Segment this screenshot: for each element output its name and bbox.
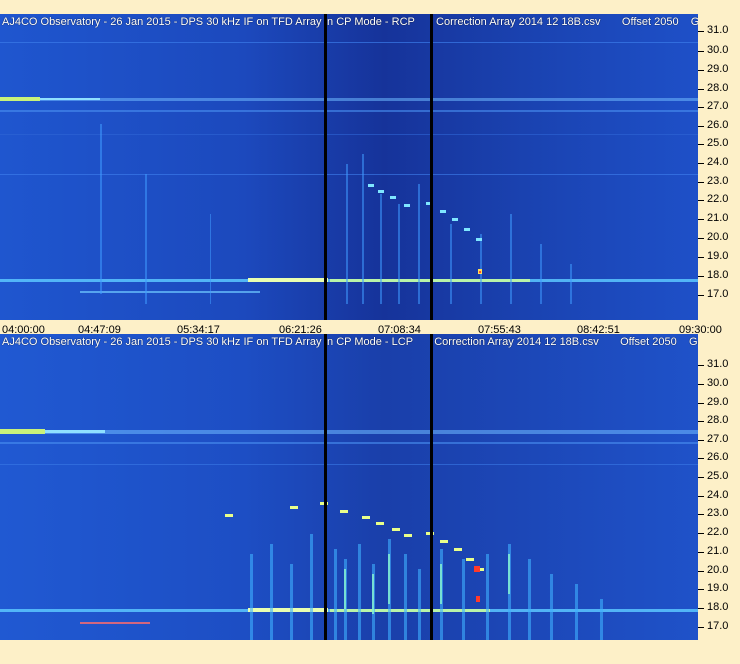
freq-label: 20.0 (707, 231, 729, 243)
freq-label: 24.0 (707, 156, 729, 168)
freq-label: 20.0 (707, 564, 729, 576)
freq-label: 19.0 (707, 582, 729, 594)
freq-label: 24.0 (707, 489, 729, 501)
freq-label: 28.0 (707, 82, 729, 94)
time-marker-right-lcp[interactable] (430, 334, 433, 640)
spectrogram-title-rcp: AJ4CO Observatory - 26 Jan 2015 - DPS 30… (2, 16, 698, 28)
freq-label: 21.0 (707, 545, 729, 557)
bottom-status-strip (0, 640, 740, 664)
freq-label: 30.0 (707, 44, 729, 56)
frequency-axis-lcp: 31.0 30.0 29.0 28.0 27.0 26.0 25.0 24.0 … (698, 334, 740, 640)
freq-label: 27.0 (707, 433, 729, 445)
freq-label: 19.0 (707, 250, 729, 262)
spectrogram-panel-rcp: AJ4CO Observatory - 26 Jan 2015 - DPS 30… (0, 14, 740, 342)
freq-label: 27.0 (707, 100, 729, 112)
freq-label: 26.0 (707, 119, 729, 131)
freq-label: 22.0 (707, 193, 729, 205)
freq-label: 28.0 (707, 414, 729, 426)
freq-label: 22.0 (707, 526, 729, 538)
frequency-axis-rcp: 31.0 30.0 29.0 28.0 27.0 26.0 25.0 24.0 … (698, 14, 740, 320)
freq-label: 18.0 (707, 601, 729, 613)
freq-label: 31.0 (707, 24, 729, 36)
freq-label: 25.0 (707, 137, 729, 149)
freq-label: 30.0 (707, 377, 729, 389)
freq-label: 25.0 (707, 470, 729, 482)
spectrogram-plot-lcp[interactable]: AJ4CO Observatory - 26 Jan 2015 - DPS 30… (0, 334, 698, 640)
freq-label: 23.0 (707, 175, 729, 187)
time-marker-right[interactable] (430, 14, 433, 320)
freq-label: 21.0 (707, 212, 729, 224)
freq-label: 26.0 (707, 451, 729, 463)
freq-label: 17.0 (707, 288, 729, 300)
freq-label: 29.0 (707, 63, 729, 75)
freq-label: 17.0 (707, 620, 729, 632)
time-marker-left[interactable] (324, 14, 327, 320)
time-marker-left-lcp[interactable] (324, 334, 327, 640)
freq-label: 23.0 (707, 507, 729, 519)
freq-label: 18.0 (707, 269, 729, 281)
freq-label: 31.0 (707, 358, 729, 370)
spectrogram-plot-rcp[interactable]: AJ4CO Observatory - 26 Jan 2015 - DPS 30… (0, 14, 698, 320)
freq-label: 29.0 (707, 396, 729, 408)
spectrogram-panel-lcp: AJ4CO Observatory - 26 Jan 2015 - DPS 30… (0, 334, 740, 640)
spectrogram-title-lcp: AJ4CO Observatory - 26 Jan 2015 - DPS 30… (2, 336, 698, 348)
